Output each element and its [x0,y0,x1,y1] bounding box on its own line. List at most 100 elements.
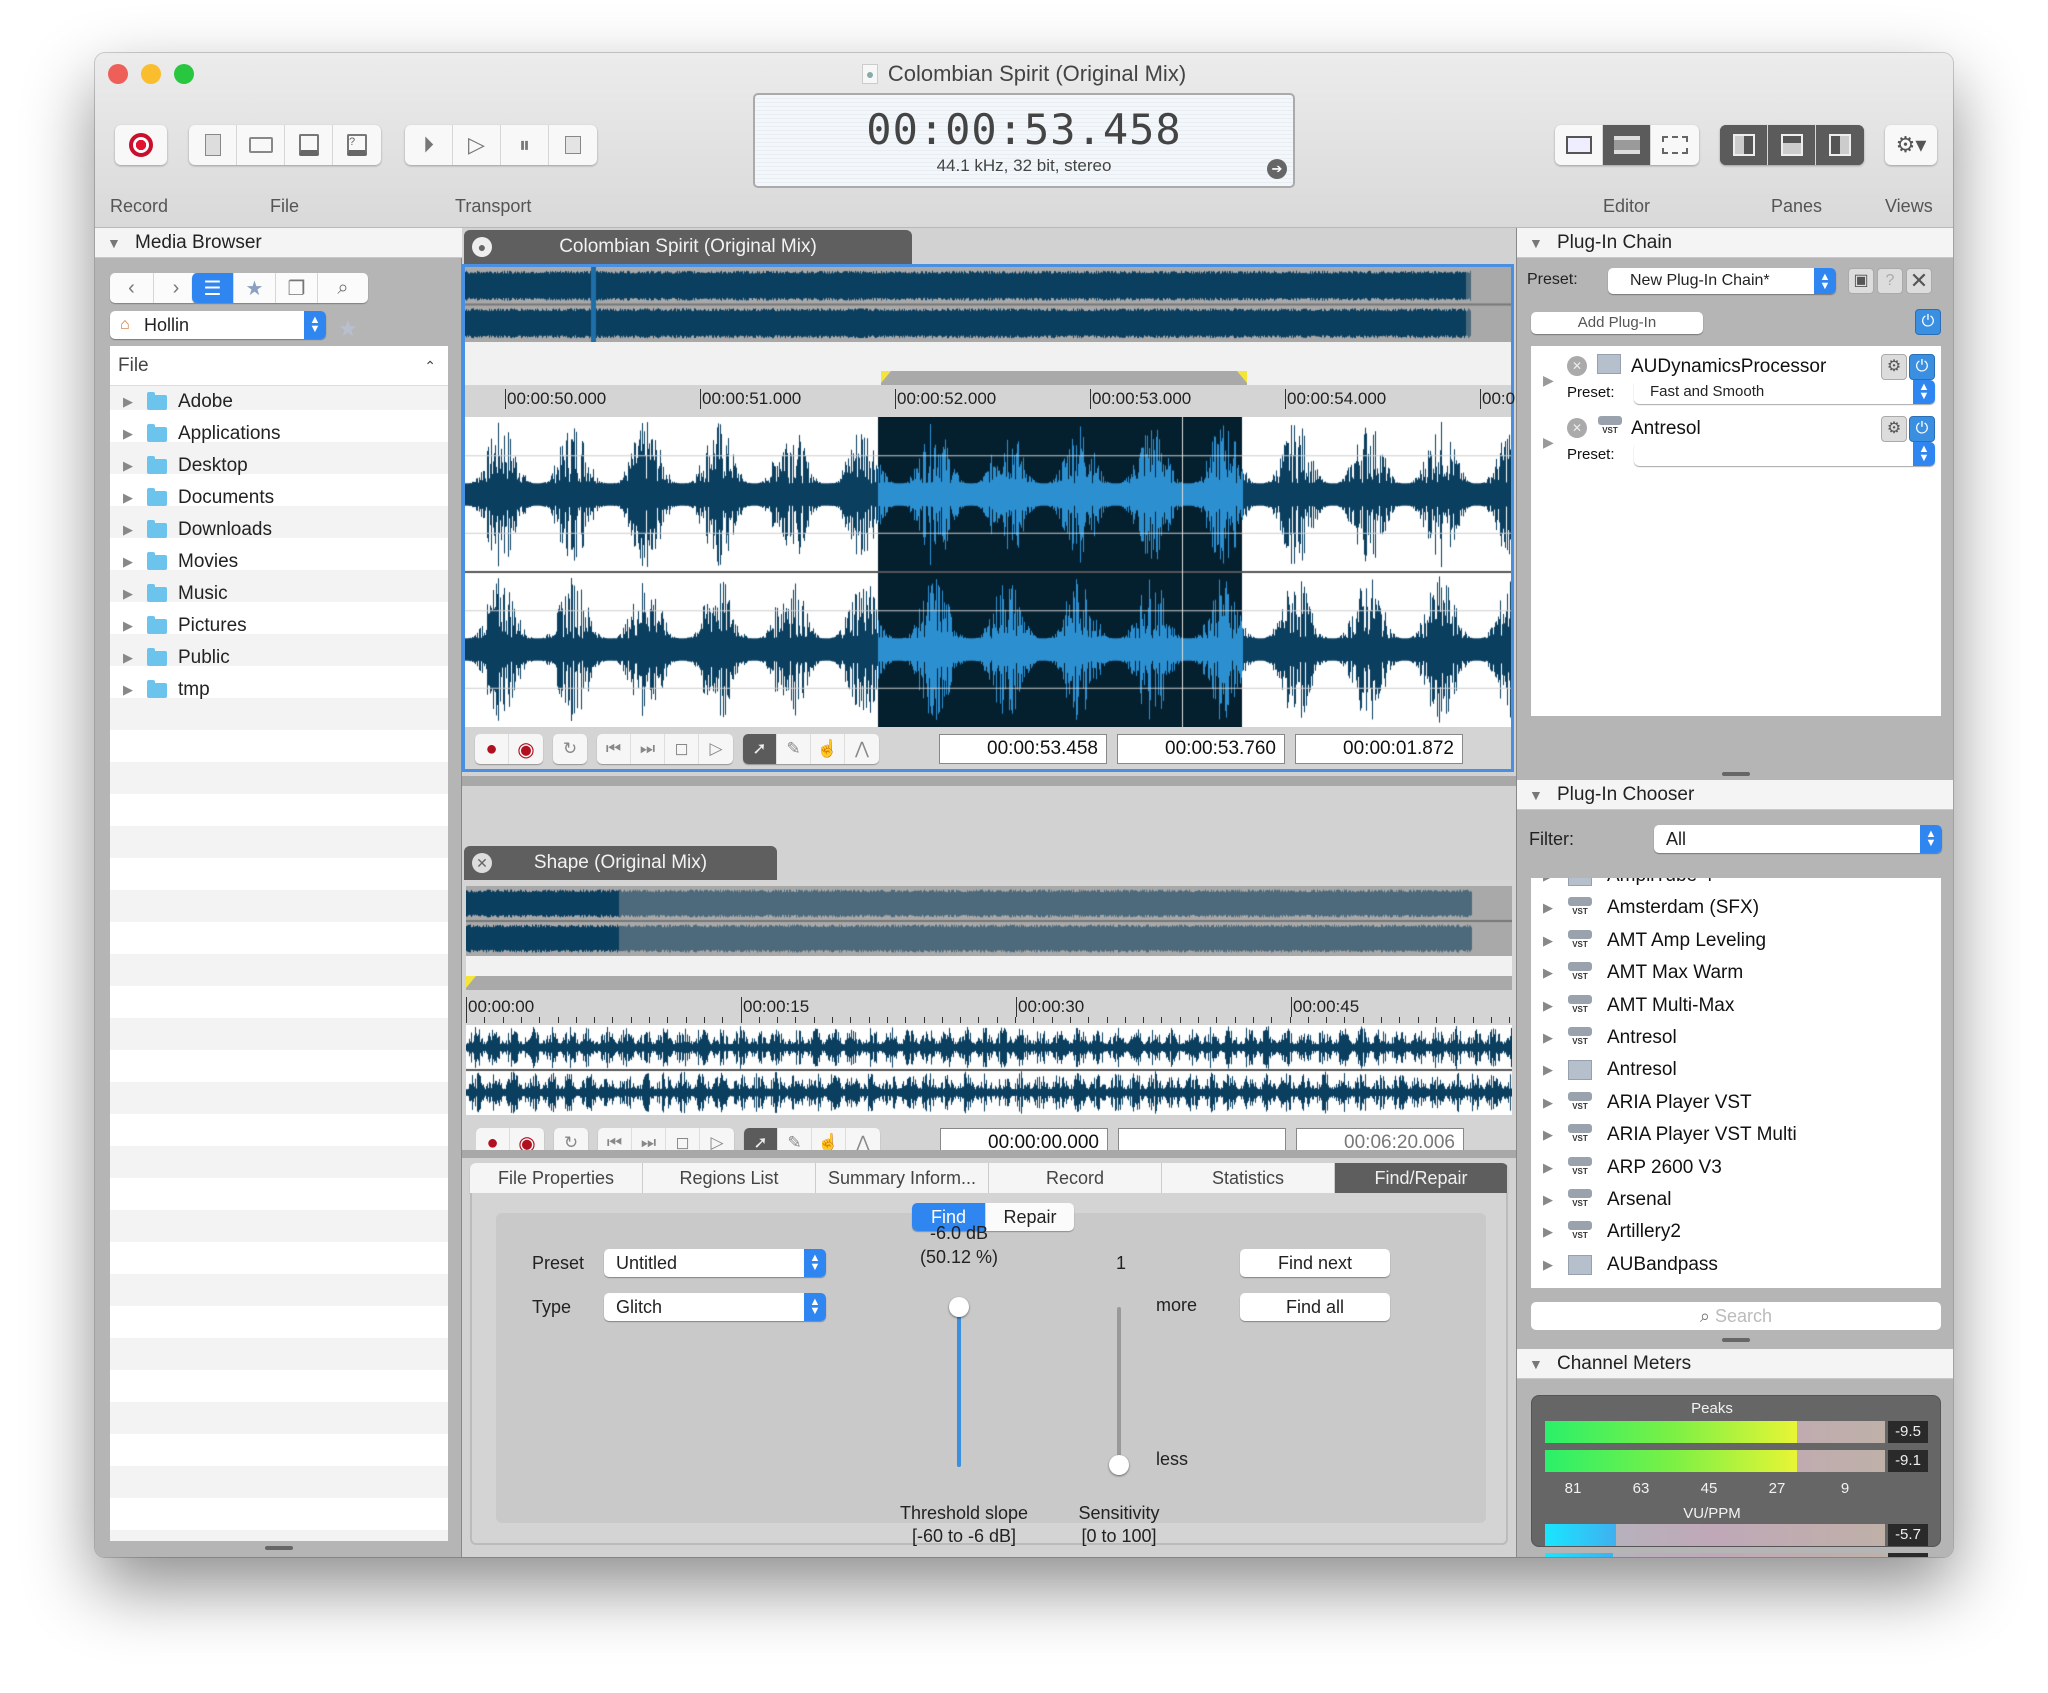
remove-plugin-icon[interactable]: ✕ [1567,356,1587,376]
disclosure-triangle-icon[interactable]: ▶ [1543,925,1553,957]
editor2-select-tool-button[interactable]: ➚ [744,1128,778,1150]
editor2-end-field[interactable]: 00:06:20.006 [1296,1128,1464,1150]
pencil-tool-button[interactable]: ✎ [777,734,811,764]
favorites-button[interactable]: ★ [234,273,276,303]
editor2-start-field[interactable]: 00:00:00.000 [940,1128,1108,1150]
editor1-selection-bar[interactable] [881,371,1247,385]
views-menu-button[interactable]: ⚙▾ [1885,125,1937,165]
editor2-selection-bar[interactable] [466,976,1512,990]
threshold-slider-knob[interactable] [949,1297,969,1317]
location-popup[interactable]: ⌂ Hollin ▲ ▼ [110,311,326,339]
sensitivity-slider[interactable] [1109,1307,1129,1476]
selection-start-marker[interactable] [881,371,891,383]
editor2-play-button[interactable]: ▷ [700,1128,734,1150]
plugin-chooser-item[interactable]: ▶ VST AMT Amp Leveling [1531,925,1941,957]
plugin-chooser-item[interactable]: ▶ VST ARP 2600 V3 [1531,1152,1941,1184]
disclosure-triangle-icon[interactable]: ▶ [1543,372,1554,389]
add-plugin-button[interactable]: Add Plug-In [1531,312,1703,334]
disclosure-triangle-icon[interactable]: ▶ [1543,1249,1553,1281]
plugin-chooser-item[interactable]: ▶ AmpliTube 4 [1531,878,1941,892]
new-recording-button[interactable] [115,125,167,165]
save-chain-button[interactable]: ▣ [1848,268,1874,294]
plugin-chooser-item[interactable]: ▶ VST ARIA Player VST Multi [1531,1119,1941,1151]
info-tab[interactable]: Regions List [643,1163,816,1193]
editor2-stop-button[interactable]: ◻ [666,1128,700,1150]
editor2-envelope-tool-button[interactable]: ⋀ [846,1128,880,1150]
plugin-chooser-item[interactable]: ▶ VST AMT Max Warm [1531,957,1941,989]
disclosure-triangle-icon[interactable]: ▶ [1543,434,1554,451]
editor2-record-armed-button[interactable]: ◉ [510,1128,544,1151]
editor2-pencil-tool-button[interactable]: ✎ [778,1128,812,1150]
chain-preset-popup[interactable]: New Plug-In Chain* ▲ ▼ [1608,268,1836,294]
type-popup[interactable]: Glitch ▲ ▼ [604,1293,826,1321]
search-button[interactable]: ⌕ [318,273,368,303]
chain-power-button[interactable]: ⏻ [1915,309,1941,335]
file-list-item[interactable]: ▶ Documents [110,482,448,514]
plugin-chooser-item[interactable]: ▶ VST Arsenal [1531,1184,1941,1216]
documents-button[interactable]: ❐ [276,273,318,303]
toggle-right-pane-button[interactable] [1816,125,1864,165]
select-tool-button[interactable]: ➚ [743,734,777,764]
editor2-ruler[interactable]: 00:00:00 00:00:15 00:00:30 00:00:45 [466,995,1512,1025]
plugin-chain-header[interactable]: ▼ Plug-In Chain [1517,228,1953,258]
plugin-chooser-item[interactable]: ▶ VST Antresol [1531,1022,1941,1054]
editor1-ruler[interactable]: 00:00:50.000 00:00:51.000 00:00:52.000 00:0… [465,385,1515,417]
play-button[interactable]: ▷ [453,125,501,165]
list-view-button[interactable]: ☰ [192,273,234,303]
editor2-go-to-end-button[interactable]: ⏭ [632,1128,666,1150]
editor2-start-marker[interactable] [466,976,476,988]
plugin-search-field[interactable]: ⌕ Search [1531,1302,1941,1330]
pause-button[interactable]: ⏸ [501,125,549,165]
bottom-splitter[interactable] [462,1150,1516,1158]
file-list-item[interactable]: ▶ Pictures [110,610,448,642]
disclosure-triangle-icon[interactable]: ▶ [1543,957,1553,989]
resize-handle[interactable] [1722,772,1750,776]
disclosure-triangle-icon[interactable]: ▶ [1543,1152,1553,1184]
add-favorite-icon[interactable]: ★ [338,316,358,342]
editor2-mid-field[interactable] [1118,1128,1286,1150]
sensitivity-slider-knob[interactable] [1109,1455,1129,1476]
selection-end-marker[interactable] [1237,371,1247,383]
disclosure-triangle-icon[interactable]: ▶ [1543,1216,1553,1248]
editor-splitter[interactable] [462,776,1516,786]
time-display[interactable]: 00:00:53.458 44.1 kHz, 32 bit, stereo ➔ [753,93,1295,188]
channel-meters-header[interactable]: ▼ Channel Meters [1517,1349,1953,1379]
file-list-item[interactable]: ▶ Adobe [110,386,448,418]
split-editor-button[interactable] [1651,125,1699,165]
plugin-chooser-item[interactable]: ▶ VST Artillery2 [1531,1216,1941,1248]
file-list-item[interactable]: ▶ Downloads [110,514,448,546]
plugin-chooser-item[interactable]: ▶ Antresol [1531,1054,1941,1086]
disclosure-triangle-icon[interactable]: ▶ [123,578,133,610]
plugin-chooser-item[interactable]: ▶ AUBandpass [1531,1249,1941,1281]
hand-tool-button[interactable]: ☝ [811,734,845,764]
file-list-item[interactable]: ▶ tmp [110,674,448,706]
resize-handle[interactable] [265,1546,293,1550]
editor-play-button[interactable]: ▷ [699,734,733,764]
disclosure-triangle-icon[interactable]: ▶ [1543,990,1553,1022]
save-chain-as-button[interactable]: ? [1877,268,1903,294]
plugin-chooser-item[interactable]: ▶ VST AMT Multi-Max [1531,990,1941,1022]
record-button[interactable]: ● [475,734,509,764]
disclosure-triangle-icon[interactable]: ▶ [1543,892,1553,924]
clear-chain-button[interactable]: ✕ [1906,268,1932,294]
selection-end-field[interactable]: 00:00:53.760 [1117,734,1285,764]
info-tab[interactable]: Record [989,1163,1162,1193]
editor2-overview[interactable] [466,886,1512,956]
editor2-loop-button[interactable]: ↻ [554,1128,588,1150]
plugin-power-button[interactable]: ⏻ [1909,416,1935,442]
info-tab[interactable]: Find/Repair [1335,1163,1508,1193]
open-file-button[interactable] [237,125,285,165]
disclosure-triangle-icon[interactable]: ▶ [1543,1119,1553,1151]
disclosure-triangle-icon[interactable]: ▶ [123,418,133,450]
info-tab[interactable]: File Properties [470,1163,643,1193]
save-as-button[interactable]: ? [333,125,381,165]
file-list-item[interactable]: ▶ Music [110,578,448,610]
info-tab[interactable]: Statistics [1162,1163,1335,1193]
selection-start-field[interactable]: 00:00:53.458 [939,734,1107,764]
disclosure-triangle-icon[interactable]: ▶ [1543,878,1553,892]
plugin-preset-popup[interactable]: ▲ ▼ [1634,442,1935,466]
single-editor-button[interactable] [1555,125,1603,165]
editor-stop-button[interactable]: ◻ [665,734,699,764]
info-tab[interactable]: Summary Inform... [816,1163,989,1193]
plugin-chooser-item[interactable]: ▶ VST ARIA Player VST [1531,1087,1941,1119]
